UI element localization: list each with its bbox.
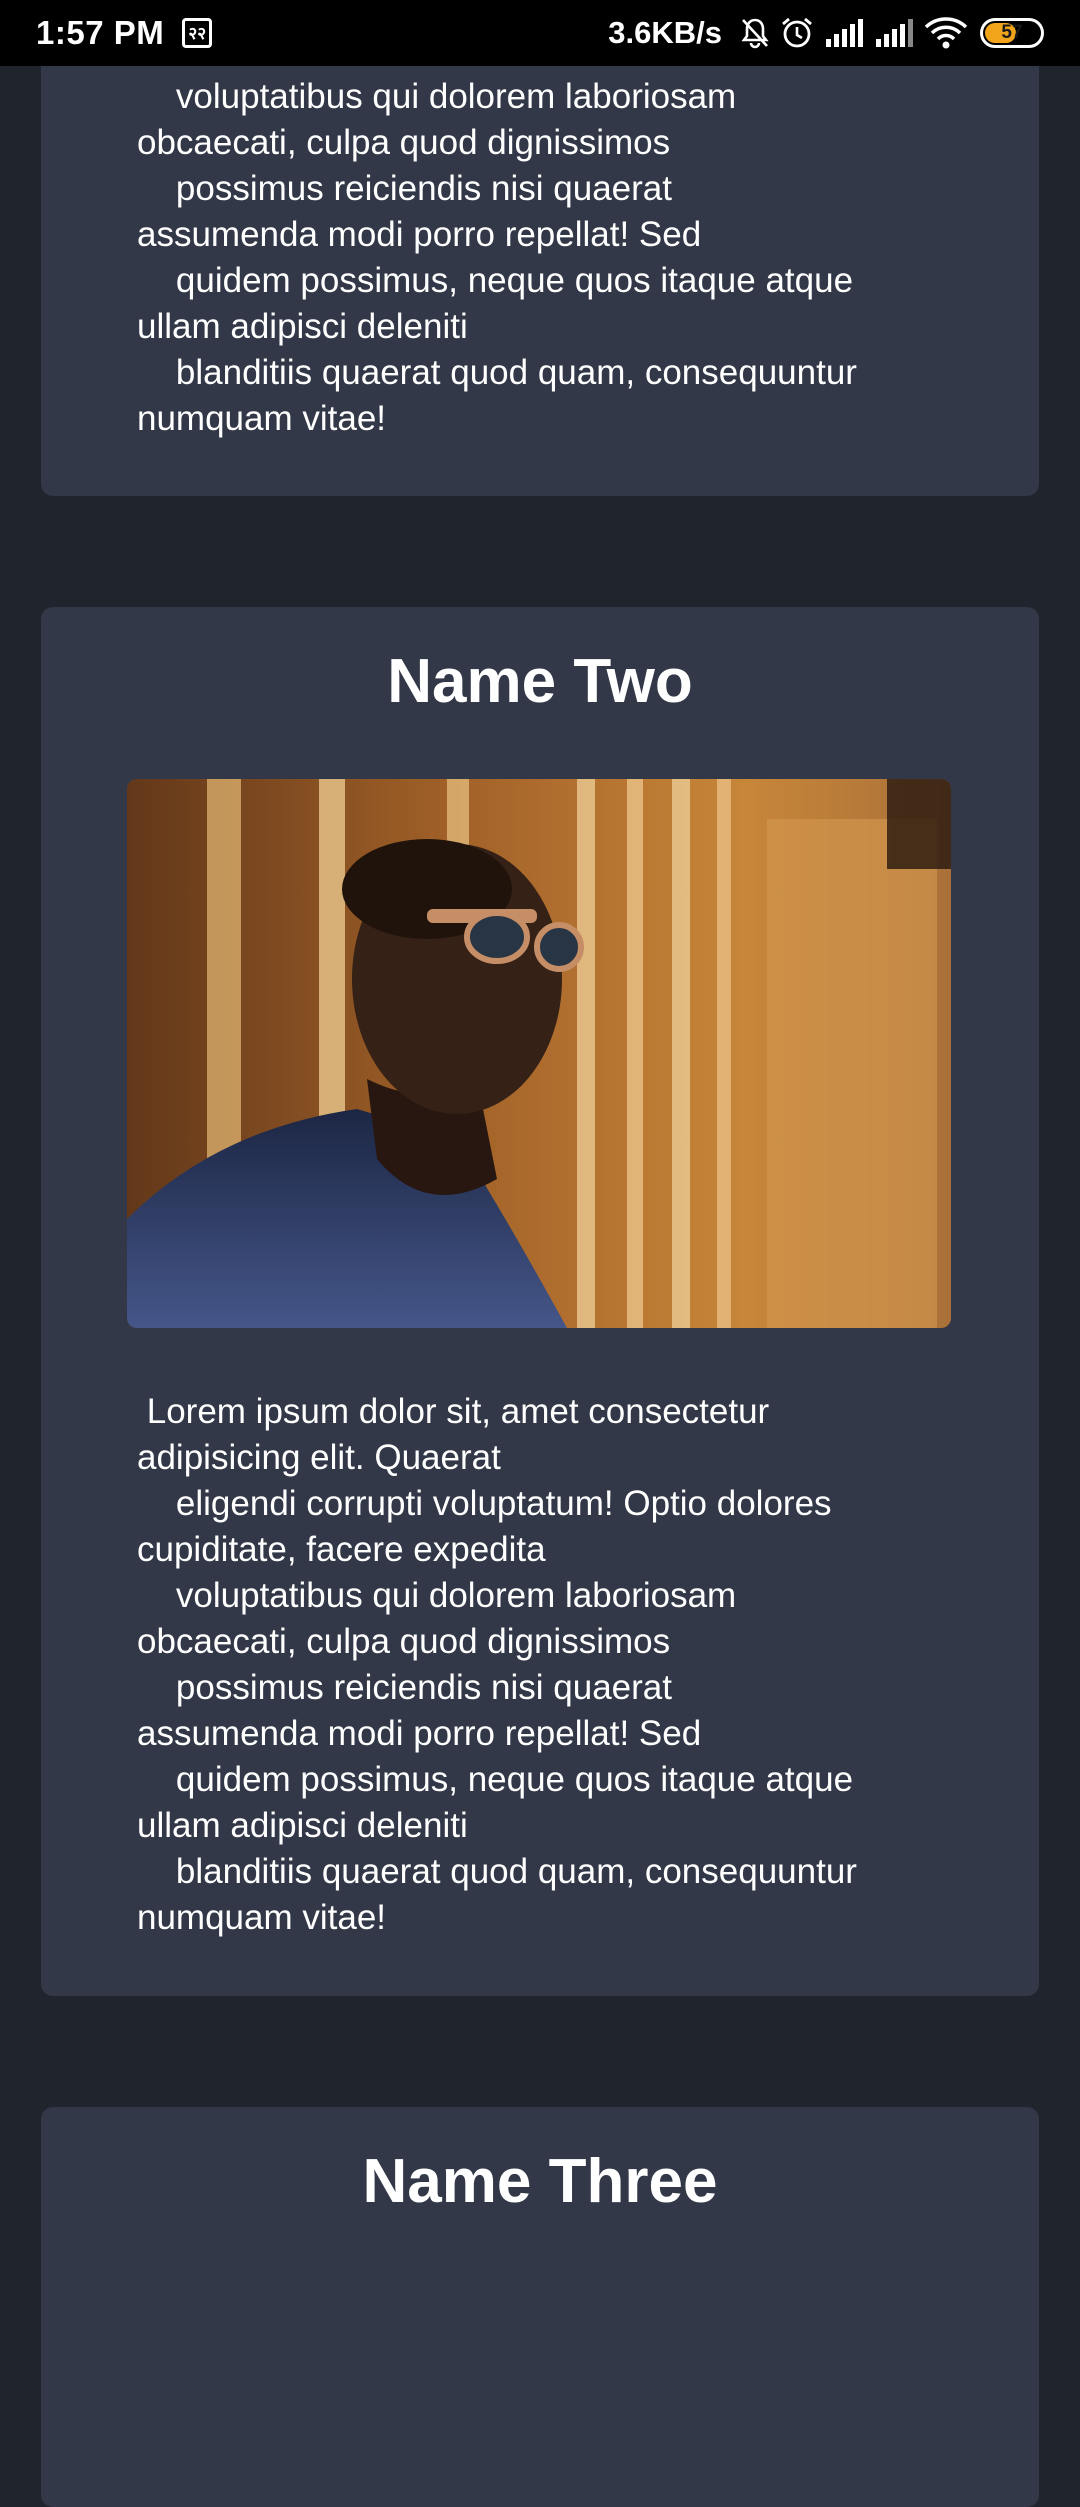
alarm-icon <box>782 17 812 48</box>
profile-card-one: voluptatibus qui dolorem laboriosam obca… <box>41 0 1039 496</box>
status-bar: 1:57 PM २२ 3.6KB/s 57 <box>0 0 1080 66</box>
profile-card-three: Name Three <box>41 2107 1039 2507</box>
mute-bell-icon <box>741 18 769 49</box>
card-title: Name Two <box>387 647 693 716</box>
card-title: Name Three <box>362 2147 718 2216</box>
wifi-icon <box>924 17 968 49</box>
signal-icon <box>876 19 913 47</box>
notification-app-icon: २२ <box>182 18 213 48</box>
card-description: voluptatibus qui dolorem laboriosam obca… <box>137 77 857 438</box>
card-description: Lorem ipsum dolor sit, amet consectetur … <box>137 1392 857 1937</box>
status-time: 1:57 PM <box>36 14 165 51</box>
signal-icon <box>826 19 863 47</box>
battery-level: 57 <box>1001 22 1023 43</box>
profile-card-two: Name Two Lorem ipsum dolor sit, amet con… <box>41 607 1039 1996</box>
person-with-sunglasses-photo <box>127 779 951 1328</box>
battery-icon: 57 <box>980 18 1044 48</box>
network-speed: 3.6KB/s <box>608 15 722 50</box>
